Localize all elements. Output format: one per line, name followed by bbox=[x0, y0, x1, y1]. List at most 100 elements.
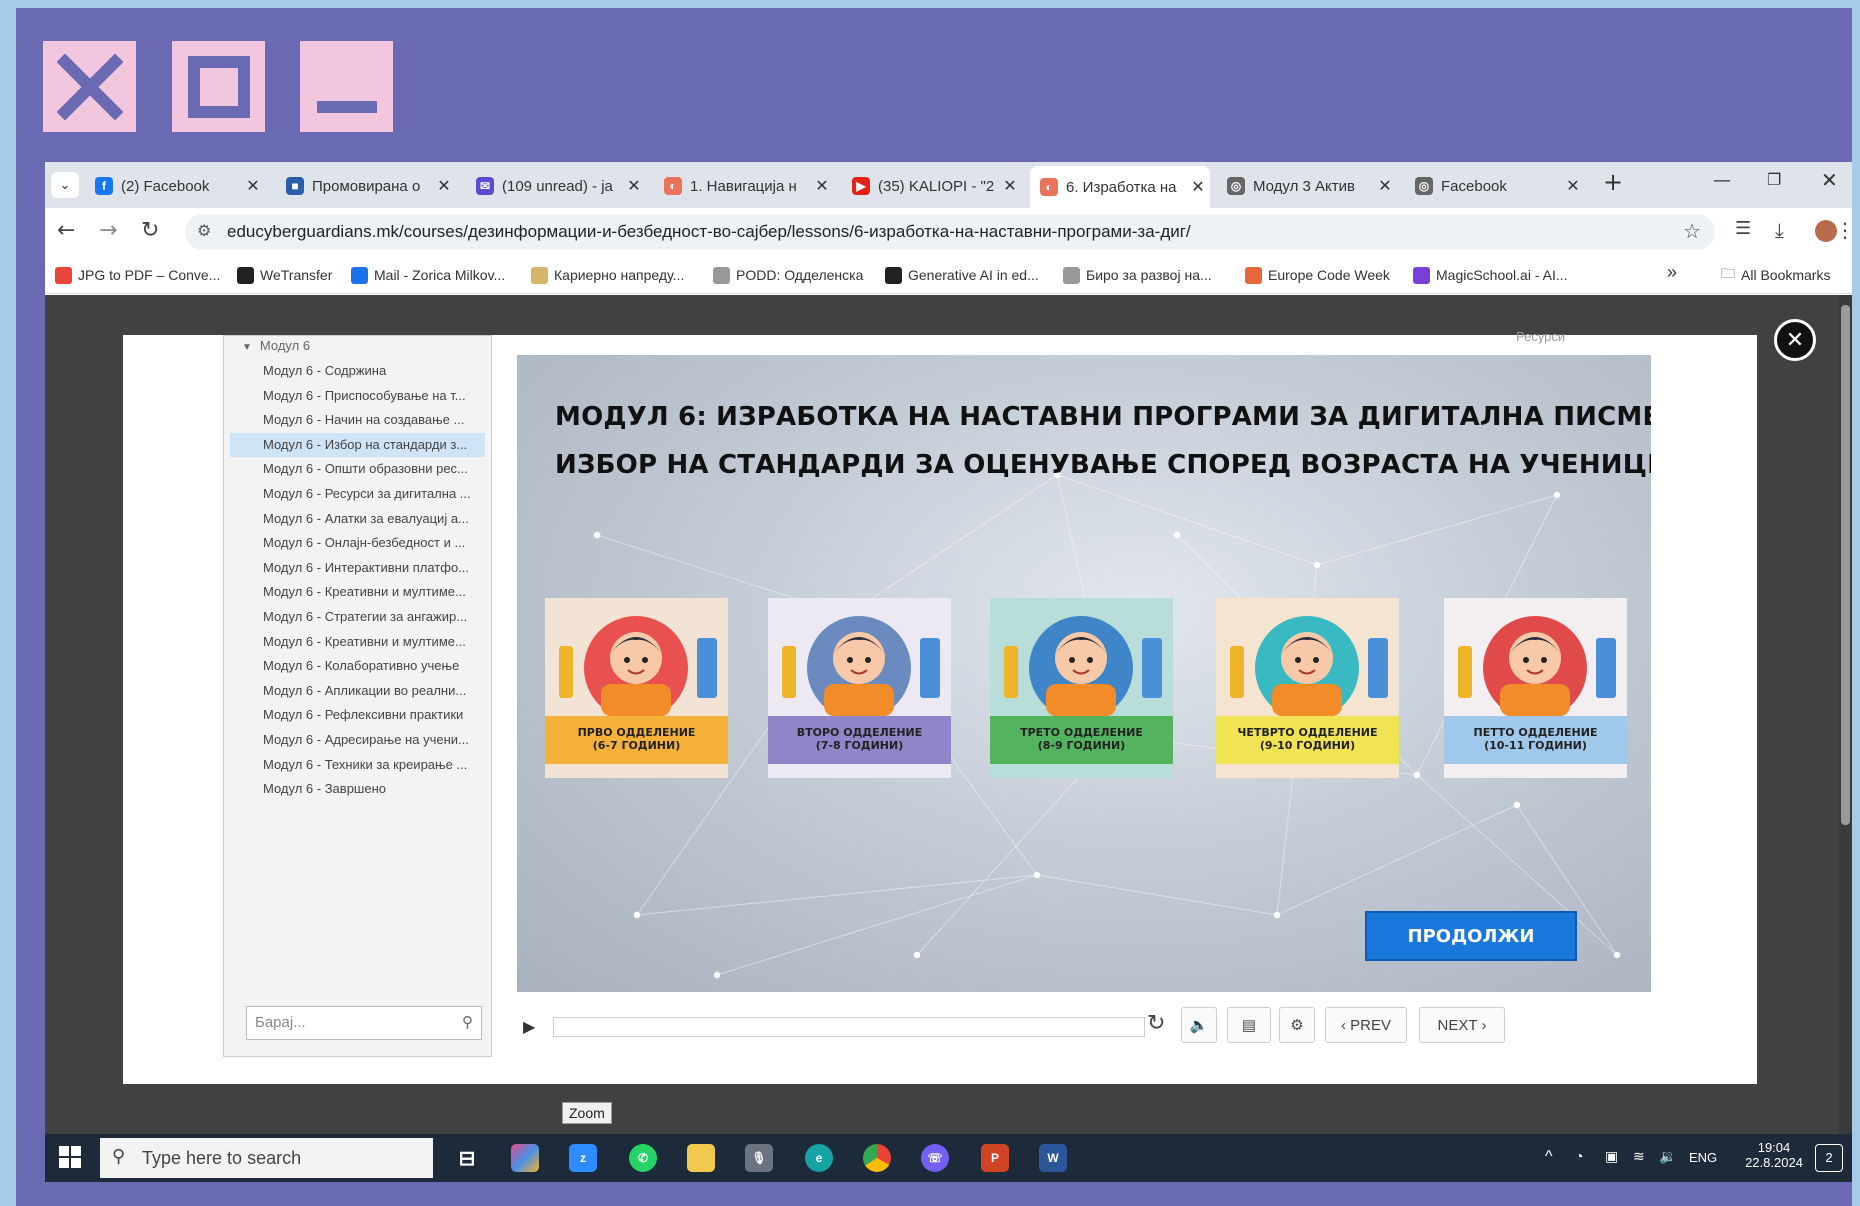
tab-close-icon[interactable]: ✕ bbox=[1186, 177, 1210, 197]
replay-icon[interactable]: ↻ bbox=[1147, 1011, 1165, 1036]
notifications-button[interactable]: 2 bbox=[1815, 1144, 1843, 1172]
browser-restore-icon[interactable]: ❐ bbox=[1767, 170, 1781, 189]
sidebar-lesson-item[interactable]: Модул 6 - Техники за креирање ... bbox=[230, 753, 485, 777]
sidebar-lesson-item[interactable]: Модул 6 - Алатки за евалуациј а... bbox=[230, 507, 485, 531]
wifi-icon[interactable]: ≋ bbox=[1633, 1148, 1645, 1165]
page-scrollbar-thumb[interactable] bbox=[1841, 305, 1850, 825]
browser-tab[interactable]: ◎ Facebook ✕ bbox=[1405, 168, 1585, 204]
sidebar-lesson-item[interactable]: Модул 6 - Завршено bbox=[230, 777, 485, 801]
browser-close-icon[interactable]: ✕ bbox=[1821, 168, 1838, 192]
sidebar-search-input[interactable]: Барај... ⚲ bbox=[246, 1006, 482, 1040]
sidebar-lesson-item[interactable]: Модул 6 - Креативни и мултиме... bbox=[230, 630, 485, 654]
tab-search-button[interactable]: ⌄ bbox=[51, 172, 79, 198]
bookmark-item[interactable]: Mail - Zorica Milkov... bbox=[351, 264, 505, 286]
sidebar-lesson-item[interactable]: Модул 6 - Ресурси за дигитална ... bbox=[230, 482, 485, 506]
new-tab-button[interactable]: + bbox=[1603, 168, 1623, 196]
tab-manager-icon[interactable]: ☰ bbox=[1735, 218, 1751, 239]
all-bookmarks-button[interactable]: 🗀 All Bookmarks bbox=[1721, 264, 1830, 286]
browser-minimize-icon[interactable]: — bbox=[1713, 170, 1731, 191]
play-icon[interactable]: ▶ bbox=[523, 1017, 535, 1036]
sidebar-lesson-item[interactable]: Модул 6 - Креативни и мултиме... bbox=[230, 580, 485, 604]
page-scrollbar[interactable] bbox=[1839, 295, 1852, 1134]
settings-button[interactable]: ⚙ bbox=[1279, 1007, 1315, 1043]
sidebar-lesson-item[interactable]: Модул 6 - Адресирање на учени... bbox=[230, 728, 485, 752]
bookmark-item[interactable]: Europe Code Week bbox=[1245, 264, 1390, 286]
bookmark-star-icon[interactable]: ☆ bbox=[1683, 219, 1701, 244]
sidebar-lesson-item[interactable]: Модул 6 - Онлајн-безбедност и ... bbox=[230, 531, 485, 555]
continue-button[interactable]: ПРОДОЛЖИ bbox=[1365, 911, 1577, 961]
edge-icon[interactable]: e bbox=[805, 1144, 833, 1172]
sidebar-lesson-item[interactable]: Модул 6 - Апликации во реални... bbox=[230, 679, 485, 703]
bookmark-item[interactable]: WeTransfer bbox=[237, 264, 332, 286]
tab-close-icon[interactable]: ✕ bbox=[998, 176, 1022, 196]
sidebar-lesson-item[interactable]: Модул 6 - Избор на стандарди з... bbox=[230, 432, 485, 457]
tab-close-icon[interactable]: ✕ bbox=[241, 176, 265, 196]
browser-tab[interactable]: ◐ 6. Изработка на ✕ bbox=[1030, 166, 1210, 208]
grade-card[interactable]: ПРВО ОДДЕЛЕНИЕ (6-7 ГОДИНИ) bbox=[545, 598, 728, 778]
tray-display-icon[interactable]: ▣ bbox=[1605, 1148, 1618, 1165]
bookmark-item[interactable]: Кариерно напреду... bbox=[531, 264, 684, 286]
tab-close-icon[interactable]: ✕ bbox=[1561, 176, 1585, 196]
menu-kebab-icon[interactable]: ⋮ bbox=[1835, 218, 1852, 242]
volume-button[interactable]: 🔈 bbox=[1181, 1007, 1217, 1043]
bookmarks-overflow-button[interactable]: » bbox=[1667, 261, 1677, 283]
clock[interactable]: 19:04 22.8.2024 bbox=[1739, 1140, 1809, 1170]
progress-bar[interactable] bbox=[553, 1017, 1145, 1037]
sidebar-lesson-item[interactable]: Модул 6 - Рефлексивни практики bbox=[230, 703, 485, 727]
site-info-icon[interactable]: ⚙ bbox=[197, 221, 211, 241]
grade-card[interactable]: ПЕТТО ОДДЕЛЕНИЕ (10-11 ГОДИНИ) bbox=[1444, 598, 1627, 778]
bookmark-item[interactable]: MagicSchool.ai - AI... bbox=[1413, 264, 1568, 286]
viber-icon[interactable]: ☏ bbox=[921, 1144, 949, 1172]
bookmark-item[interactable]: Generative AI in ed... bbox=[885, 264, 1039, 286]
browser-tab[interactable]: ◐ 1. Навигација н ✕ bbox=[654, 168, 834, 204]
tab-close-icon[interactable]: ✕ bbox=[1373, 176, 1397, 196]
tab-close-icon[interactable]: ✕ bbox=[810, 176, 834, 196]
minimize-window-button[interactable] bbox=[300, 41, 393, 132]
tab-close-icon[interactable]: ✕ bbox=[432, 176, 456, 196]
resources-tab[interactable]: Ресурси bbox=[1516, 329, 1565, 344]
grade-card[interactable]: ВТОРО ОДДЕЛЕНИЕ (7-8 ГОДИНИ) bbox=[768, 598, 951, 778]
prev-button[interactable]: ‹ PREV bbox=[1325, 1007, 1407, 1043]
bookmark-item[interactable]: PODD: Одделенска bbox=[713, 264, 863, 286]
tray-network-icon[interactable]: ◔ bbox=[1575, 1148, 1583, 1164]
sidebar-lesson-item[interactable]: Модул 6 - Содржина bbox=[230, 359, 485, 383]
sidebar-lesson-item[interactable]: Модул 6 - Колаборативно учење bbox=[230, 654, 485, 678]
browser-tab[interactable]: ▶ (35) KALIOPI - "2 ✕ bbox=[842, 168, 1022, 204]
browser-tab[interactable]: ✉ (109 unread) - ja ✕ bbox=[466, 168, 646, 204]
microphone-app-icon[interactable]: 🎙 bbox=[745, 1144, 773, 1172]
next-button[interactable]: NEXT › bbox=[1419, 1007, 1505, 1043]
zoom-app-icon[interactable]: z bbox=[569, 1144, 597, 1172]
task-view-icon[interactable]: ⊟ bbox=[453, 1144, 481, 1172]
maximize-window-button[interactable] bbox=[172, 41, 265, 132]
grade-card[interactable]: ТРЕТО ОДДЕЛЕНИЕ (8-9 ГОДИНИ) bbox=[990, 598, 1173, 778]
lightbox-close-button[interactable]: ✕ bbox=[1774, 319, 1816, 361]
sidebar-lesson-item[interactable]: Модул 6 - Начин на создавање ... bbox=[230, 408, 485, 432]
grade-card[interactable]: ЧЕТВРТО ОДДЕЛЕНИЕ (9-10 ГОДИНИ) bbox=[1216, 598, 1399, 778]
file-explorer-icon[interactable] bbox=[687, 1144, 715, 1172]
browser-tab[interactable]: f (2) Facebook ✕ bbox=[85, 168, 265, 204]
close-window-button[interactable] bbox=[43, 41, 136, 132]
forward-icon[interactable]: → bbox=[99, 218, 117, 243]
copilot-icon[interactable] bbox=[511, 1144, 539, 1172]
chrome-icon[interactable] bbox=[863, 1144, 891, 1172]
sidebar-lesson-item[interactable]: Модул 6 - Општи образовни рес... bbox=[230, 457, 485, 481]
tab-close-icon[interactable]: ✕ bbox=[622, 176, 646, 196]
language-indicator[interactable]: ENG bbox=[1689, 1150, 1717, 1165]
bookmark-item[interactable]: JPG to PDF – Conve... bbox=[55, 264, 220, 286]
url-field[interactable]: ⚙ educyberguardians.mk/courses/дезинформ… bbox=[185, 214, 1715, 250]
bookmark-item[interactable]: Биро за развој на... bbox=[1063, 264, 1212, 286]
reload-icon[interactable]: ↻ bbox=[141, 218, 159, 243]
tray-chevron-icon[interactable]: ^ bbox=[1545, 1148, 1553, 1166]
back-icon[interactable]: ← bbox=[57, 218, 75, 243]
search-icon[interactable]: ⚲ bbox=[462, 1007, 473, 1039]
profile-avatar[interactable] bbox=[1815, 220, 1837, 242]
windows-start-button[interactable] bbox=[59, 1146, 81, 1172]
taskbar-search-input[interactable]: ⚲ Type here to search bbox=[100, 1138, 433, 1178]
sidebar-header[interactable]: ▼ Модул 6 bbox=[242, 338, 310, 353]
sidebar-lesson-item[interactable]: Модул 6 - Интерактивни платфо... bbox=[230, 556, 485, 580]
browser-tab[interactable]: ◎ Модул 3 Актив ✕ bbox=[1217, 168, 1397, 204]
word-icon[interactable]: W bbox=[1039, 1144, 1067, 1172]
captions-button[interactable]: ▤ bbox=[1227, 1007, 1271, 1043]
volume-icon[interactable]: 🔉 bbox=[1659, 1148, 1676, 1165]
sidebar-lesson-item[interactable]: Модул 6 - Стратегии за ангажир... bbox=[230, 605, 485, 629]
